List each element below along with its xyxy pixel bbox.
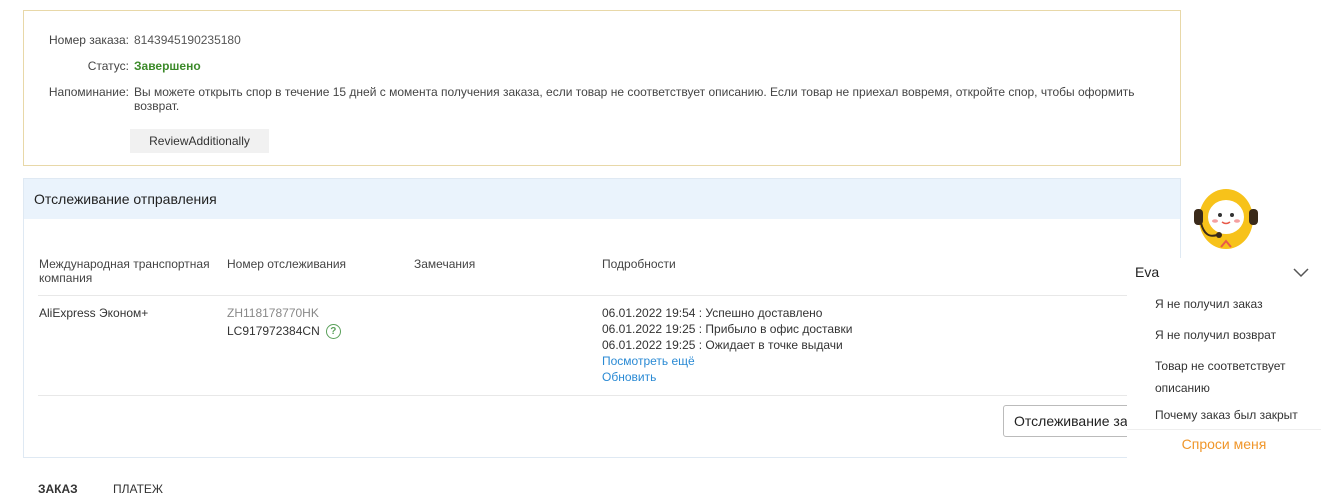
tracking-title: Отслеживание отправления <box>24 179 1180 219</box>
tracking-event: 06.01.2022 19:25 : Ожидает в точке выдач… <box>602 338 843 352</box>
table-divider-bottom <box>38 395 1180 396</box>
tracking-event: 06.01.2022 19:54 : Успешно доставлено <box>602 306 823 320</box>
assistant-item-order-closed[interactable]: Почему заказ был закрыт <box>1155 404 1315 426</box>
refresh-link[interactable]: Обновить <box>602 369 852 385</box>
chevron-down-icon[interactable] <box>1292 266 1310 278</box>
assistant-item-not-received-order[interactable]: Я не получил заказ <box>1155 293 1315 315</box>
assistant-panel: Eva Я не получил заказ Я не получил возв… <box>1127 258 1321 464</box>
status-label: Статус: <box>87 59 129 73</box>
tracking-number-primary: ZH118178770HK <box>227 306 319 320</box>
tracking-panel: Отслеживание отправления Международная т… <box>23 178 1181 458</box>
assistant-avatar[interactable] <box>1191 183 1261 255</box>
help-icon[interactable]: ? <box>325 324 341 340</box>
ask-me-button[interactable]: Спроси меня <box>1127 436 1321 452</box>
assistant-item-not-received-refund[interactable]: Я не получил возврат <box>1155 324 1315 346</box>
reminder-label: Напоминание: <box>48 85 129 99</box>
order-number-label: Номер заказа: <box>48 33 129 47</box>
column-tracking-number: Номер отслеживания <box>227 257 347 271</box>
column-details: Подробности <box>602 257 676 271</box>
tracking-event: 06.01.2022 19:25 : Прибыло в офис достав… <box>602 322 853 336</box>
status-value: Завершено <box>134 59 201 73</box>
assistant-item-not-as-described[interactable]: Товар не соответствует описанию <box>1155 355 1315 399</box>
tracking-events: 06.01.2022 19:54 : Успешно доставлено 06… <box>602 305 852 385</box>
column-remarks: Замечания <box>414 257 476 271</box>
carrier-name: AliExpress Эконом+ <box>39 306 149 320</box>
review-additionally-button[interactable]: ReviewAdditionally <box>130 129 269 153</box>
tracking-number-secondary: LC917972384CN <box>227 324 320 338</box>
table-divider <box>38 295 1180 296</box>
assistant-name: Eva <box>1135 264 1160 280</box>
column-carrier: Международная транспортная компания <box>39 257 210 285</box>
order-number-value: 8143945190235180 <box>134 33 241 47</box>
assistant-divider <box>1127 429 1321 430</box>
reminder-text: Вы можете открыть спор в течение 15 дней… <box>134 85 1135 113</box>
see-more-link[interactable]: Посмотреть ещё <box>602 353 852 369</box>
tracking-number-secondary-row: LC917972384CN? <box>227 323 341 340</box>
order-info-panel: Номер заказа: 8143945190235180 Статус: З… <box>23 10 1181 166</box>
